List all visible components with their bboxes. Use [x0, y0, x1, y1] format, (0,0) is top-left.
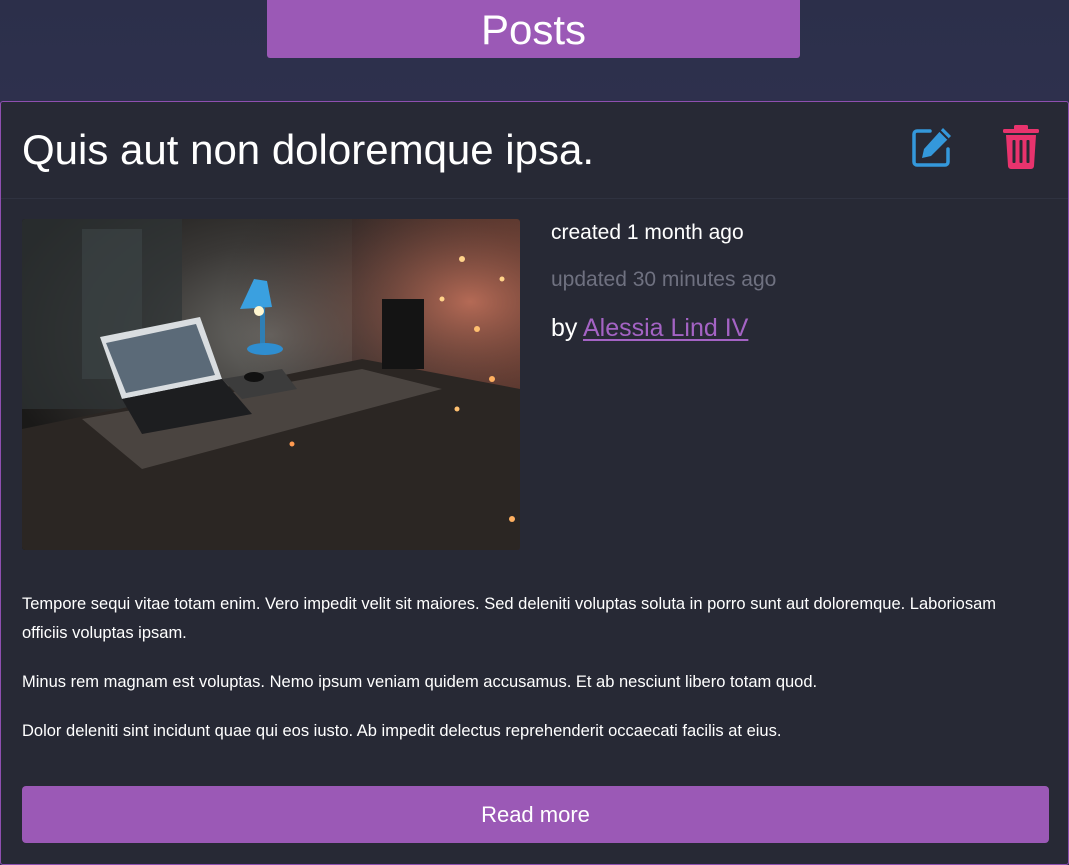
- page-header: Posts: [267, 0, 800, 58]
- author-line: by Alessia Lind IV: [551, 312, 776, 344]
- post-body: Tempore sequi vitae totam enim. Vero imp…: [22, 590, 1042, 766]
- post-paragraph: Dolor deleniti sint incidunt quae qui eo…: [22, 722, 782, 740]
- edit-post-button[interactable]: [910, 124, 954, 170]
- page-title: Posts: [480, 6, 587, 53]
- post-paragraph: Tempore sequi vitae totam enim. Vero imp…: [22, 595, 997, 642]
- post-image: [22, 219, 520, 550]
- delete-post-button[interactable]: [999, 124, 1043, 170]
- post-paragraph: Minus rem magnam est voluptas. Nemo ipsu…: [22, 673, 818, 691]
- desk-photo: [22, 219, 520, 550]
- created-timestamp: created 1 month ago: [551, 221, 744, 244]
- post-card: Quis aut non doloremque ipsa. created 1 …: [0, 101, 1069, 865]
- updated-timestamp: updated 30 minutes ago: [551, 268, 777, 291]
- post-title: Quis aut non doloremque ipsa.: [22, 126, 595, 173]
- read-more-button[interactable]: Read more: [22, 786, 1049, 843]
- post-meta: created 1 month ago updated 30 minutes a…: [551, 219, 776, 344]
- author-link[interactable]: Alessia Lind IV: [583, 314, 748, 342]
- edit-icon: [912, 128, 951, 167]
- trash-icon: [1003, 125, 1039, 169]
- post-card-header: Quis aut non doloremque ipsa.: [1, 102, 1068, 199]
- author-prefix: by: [551, 314, 583, 342]
